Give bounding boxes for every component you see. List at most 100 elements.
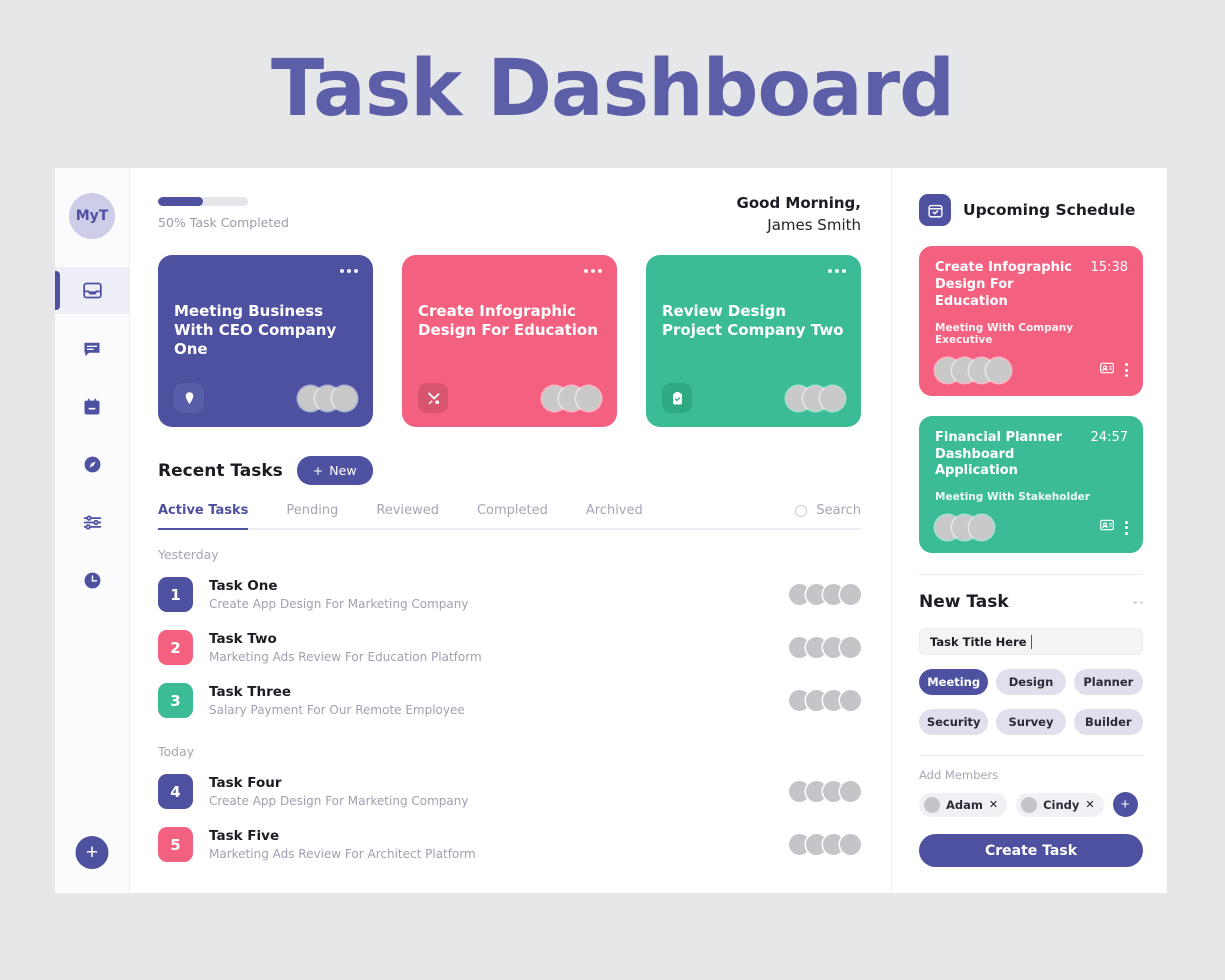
task-text: Task Two Marketing Ads Review For Educat… <box>209 631 482 664</box>
right-panel: Upcoming Schedule Create Infographic Des… <box>892 168 1167 893</box>
sidebar-item-explore[interactable] <box>55 441 129 488</box>
chip-security[interactable]: Security <box>919 709 989 736</box>
tab-archived[interactable]: Archived <box>586 503 643 528</box>
schedule-card-avatars <box>935 357 1011 383</box>
schedule-card-actions <box>1099 360 1128 381</box>
feature-card-title: Review Design Project Company Two <box>662 302 844 339</box>
schedule-card[interactable]: Financial Planner Dashboard Application … <box>919 415 1143 554</box>
task-avatars <box>789 781 861 802</box>
feature-card[interactable]: Meeting Business With CEO Company One <box>158 255 373 427</box>
create-task-button[interactable]: Create Task <box>919 834 1143 867</box>
task-name: Task Two <box>209 631 277 647</box>
task-row[interactable]: 1 Task One Create App Design For Marketi… <box>158 568 861 621</box>
feature-card-title: Meeting Business With CEO Company One <box>174 302 337 358</box>
task-avatars <box>789 584 861 605</box>
chip-design[interactable]: Design <box>996 669 1066 696</box>
more-icon[interactable] <box>340 269 358 273</box>
task-row[interactable]: 3 Task Three Salary Payment For Our Remo… <box>158 674 861 727</box>
more-vertical-icon[interactable] <box>1125 363 1128 378</box>
schedule-card-subtitle: Meeting With Stakeholder <box>935 491 1090 504</box>
task-text: Task One Create App Design For Marketing… <box>209 578 468 611</box>
app-logo[interactable]: MyT <box>69 193 115 239</box>
task-text: Task Five Marketing Ads Review For Archi… <box>209 828 476 861</box>
more-icon[interactable] <box>1133 600 1143 605</box>
chip-meeting[interactable]: Meeting <box>919 669 989 696</box>
task-description: Marketing Ads Review For Education Platf… <box>209 650 482 664</box>
task-row[interactable]: 4 Task Four Create App Design For Market… <box>158 765 861 818</box>
calendar-icon <box>919 194 951 226</box>
schedule-card[interactable]: Create Infographic Design For Education … <box>919 246 1143 396</box>
task-name: Task Three <box>209 684 292 700</box>
divider <box>919 755 1143 757</box>
task-row[interactable]: 5 Task Five Marketing Ads Review For Arc… <box>158 818 861 871</box>
more-icon[interactable] <box>828 269 846 273</box>
chip-planner[interactable]: Planner <box>1073 669 1143 696</box>
clipboard-check-icon <box>662 383 692 413</box>
sidebar-item-messages[interactable] <box>55 325 129 372</box>
add-members-label: Add Members <box>919 768 999 783</box>
task-title-input[interactable]: Task Title Here <box>919 628 1143 656</box>
progress-label: 50% Task Completed <box>158 215 289 230</box>
feature-card[interactable]: Review Design Project Company Two <box>646 255 861 427</box>
task-number: 1 <box>158 577 193 612</box>
task-description: Salary Payment For Our Remote Employee <box>209 703 465 717</box>
sidebar-item-history[interactable] <box>55 557 129 604</box>
member-name: Cindy <box>1043 797 1080 812</box>
task-number: 5 <box>158 827 193 862</box>
task-name: Task One <box>209 578 278 594</box>
task-name: Task Four <box>209 775 282 791</box>
feature-card-avatars <box>298 385 357 411</box>
chip-builder[interactable]: Builder <box>1073 709 1143 736</box>
avatar <box>576 385 601 411</box>
more-vertical-icon[interactable] <box>1125 520 1128 535</box>
avatar <box>840 834 861 855</box>
chip-survey[interactable]: Survey <box>996 709 1066 736</box>
member-chip[interactable]: Adam ✕ <box>919 792 1008 817</box>
remove-member-icon[interactable]: ✕ <box>1085 798 1094 811</box>
member-chip[interactable]: Cindy ✕ <box>1016 792 1104 817</box>
task-number: 2 <box>158 630 193 665</box>
remove-member-icon[interactable]: ✕ <box>989 798 998 811</box>
schedule-card-top: Create Infographic Design For Education … <box>935 260 1128 311</box>
day-group-label: Yesterday <box>158 547 219 562</box>
dashboard-page: Task Dashboard MyT + 50% Task Completed … <box>0 0 1225 980</box>
add-member-button[interactable]: + <box>1112 792 1138 818</box>
main-header: 50% Task Completed Good Morning, James S… <box>158 194 861 234</box>
schedule-card-title: Create Infographic Design For Education <box>935 260 1072 309</box>
add-button[interactable]: + <box>75 836 109 869</box>
task-description: Create App Design For Marketing Company <box>209 794 469 808</box>
tab-pending[interactable]: Pending <box>286 503 338 528</box>
sidebar: MyT + <box>55 168 130 893</box>
new-task-title: New Task <box>919 592 1009 613</box>
tab-active-tasks[interactable]: Active Tasks <box>158 503 249 530</box>
sidebar-item-settings[interactable] <box>55 499 129 546</box>
task-tabs: Active Tasks Pending Reviewed Completed … <box>158 503 861 530</box>
feature-card[interactable]: Create Infographic Design For Education <box>402 255 617 427</box>
search-control[interactable]: Search <box>795 503 861 528</box>
greeting-line1: Good Morning, <box>736 194 861 212</box>
avatar <box>332 385 357 411</box>
schedule-card-actions <box>1099 517 1128 538</box>
task-row[interactable]: 2 Task Two Marketing Ads Review For Educ… <box>158 621 861 674</box>
new-task-button[interactable]: + New <box>296 456 373 485</box>
tools-icon <box>418 383 448 413</box>
sidebar-item-calendar[interactable] <box>55 383 129 430</box>
task-category-chips: Meeting Design Planner <box>919 669 1143 696</box>
schedule-card-avatars <box>935 515 994 541</box>
recent-tasks-title: Recent Tasks <box>158 460 283 481</box>
schedule-card-subtitle: Meeting With Company Executive <box>935 321 1074 346</box>
day-group-label: Today <box>158 744 195 759</box>
schedule-card-time: 15:38 <box>1090 260 1128 275</box>
compass-icon <box>83 455 102 474</box>
schedule-card-top: Financial Planner Dashboard Application … <box>935 430 1128 481</box>
page-title: Task Dashboard <box>271 44 955 134</box>
more-icon[interactable] <box>584 269 602 273</box>
contact-card-icon[interactable] <box>1099 360 1115 381</box>
contact-card-icon[interactable] <box>1099 517 1115 538</box>
tab-reviewed[interactable]: Reviewed <box>376 503 439 528</box>
recent-tasks-header: Recent Tasks + New <box>158 456 861 485</box>
tab-completed[interactable]: Completed <box>477 503 548 528</box>
members-list: Adam ✕ Cindy ✕ + <box>919 792 1143 818</box>
sidebar-item-inbox[interactable] <box>55 267 129 314</box>
avatar <box>1021 796 1038 813</box>
